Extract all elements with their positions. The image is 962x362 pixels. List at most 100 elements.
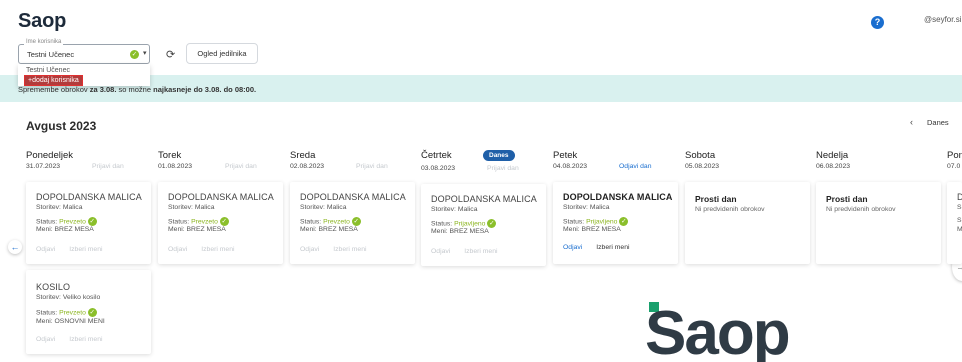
meal-title: DOPOLDANSKA MALICA: [563, 192, 673, 202]
dropdown-option-user[interactable]: Testni Učenec: [26, 67, 70, 74]
meal-card: DOPOLDANSKA MALICA Storitev: Malica Stat…: [290, 182, 415, 264]
meal-status: Status: Prevzeto ✓: [36, 308, 97, 317]
meal-title: DOPOLDANSKA MALICA: [36, 192, 142, 202]
free-day-subtitle: Ni predvidenih obrokov: [826, 206, 896, 213]
day-date: 02.08.2023: [290, 163, 325, 170]
meal-status: Status: Prijavljeno ✓: [431, 219, 497, 228]
meal-menu: Meni: BREZ MESA: [36, 226, 94, 233]
meal-card: KOSILO Storitev: Veliko kosilo Status: P…: [26, 270, 151, 354]
meal-service: Storitev: Malica: [36, 204, 83, 211]
meal-title: KOSILO: [36, 282, 71, 292]
day-date: 06.08.2023: [816, 163, 851, 170]
meal-status: Status: Prevzeto ✓: [36, 217, 97, 226]
user-select-value: Testni Učenec: [27, 50, 75, 59]
meal-service: S: [957, 204, 962, 211]
meal-status: Status: Prevzeto ✓: [168, 217, 229, 226]
check-icon: ✓: [130, 49, 139, 59]
meal-service: Storitev: Malica: [431, 206, 478, 213]
free-day-title: Prosti dan: [826, 194, 868, 204]
free-day-title: Prosti dan: [695, 194, 737, 204]
saop-watermark-logo: Saop: [645, 299, 791, 362]
meal-actions: Odjavi Izberi meni: [168, 246, 249, 253]
notice-text: Spremembe obrokov za 3.08. so možne najk…: [18, 85, 256, 94]
check-icon: ✓: [351, 217, 361, 226]
day-name: Nedelja: [816, 150, 849, 161]
choose-menu-button[interactable]: Izberi meni: [464, 248, 497, 255]
meal-menu: Meni: BREZ MESA: [563, 226, 621, 233]
meal-service: Storitev: Malica: [563, 204, 610, 211]
user-select[interactable]: Ime korisnika Testni Učenec ✓ ▾: [18, 39, 150, 64]
day-header-wednesday: Sreda 02.08.2023 Prijavi dan: [290, 150, 415, 180]
chevron-left-icon[interactable]: ‹: [910, 117, 913, 127]
day-date: 01.08.2023: [158, 163, 193, 170]
help-icon[interactable]: ?: [871, 16, 884, 29]
meal-status: Status: Prevzeto ✓: [300, 217, 361, 226]
meal-actions: Odjavi Izberi meni: [300, 246, 381, 253]
day-name: Pon: [947, 150, 962, 161]
choose-menu-button[interactable]: Izberi meni: [596, 244, 629, 251]
meal-title: D: [957, 192, 962, 202]
free-day-subtitle: Ni predvidenih obrokov: [695, 206, 765, 213]
user-email[interactable]: @seyfor.si: [924, 15, 961, 24]
meal-actions: Odjavi Izberi meni: [563, 244, 644, 251]
meal-actions: Odjavi Izberi meni: [36, 336, 117, 343]
meal-menu: Meni: BREZ MESA: [431, 228, 489, 235]
cancel-meal-button[interactable]: Odjavi: [431, 248, 450, 255]
svg-text:Saop: Saop: [645, 299, 789, 362]
day-name: Petek: [553, 150, 578, 161]
register-day-button[interactable]: Prijavi dan: [356, 163, 388, 170]
day-name: Torek: [158, 150, 182, 161]
choose-menu-button[interactable]: Izberi meni: [69, 336, 102, 343]
day-name: Sreda: [290, 150, 316, 161]
register-day-button[interactable]: Prijavi dan: [225, 163, 257, 170]
day-header-sunday: Nedelja 06.08.2023: [816, 150, 941, 180]
cancel-meal-button[interactable]: Odjavi: [563, 244, 582, 251]
day-date: 04.08.2023: [553, 163, 588, 170]
meal-card: DOPOLDANSKA MALICA Storitev: Malica Stat…: [421, 184, 546, 266]
notice-middle: so možne: [118, 85, 152, 94]
notice-deadline: najkasneje do 3.08. do 08:00.: [153, 85, 257, 94]
cancel-meal-button[interactable]: Odjavi: [168, 246, 187, 253]
refresh-icon[interactable]: ⟳: [166, 48, 175, 61]
free-day-card: Prosti dan Ni predvidenih obrokov: [685, 182, 810, 264]
notice-prefix: Spremembe obrokov: [18, 85, 88, 94]
cancel-meal-button[interactable]: Odjavi: [36, 336, 55, 343]
meal-card: DOPOLDANSKA MALICA Storitev: Malica Stat…: [26, 182, 151, 264]
meal-card: DOPOLDANSKA MALICA Storitev: Malica Stat…: [158, 182, 283, 264]
today-button[interactable]: Danes: [927, 118, 949, 127]
register-day-button[interactable]: Prijavi dan: [487, 165, 519, 172]
day-name: Sobota: [685, 150, 716, 161]
register-day-button[interactable]: Prijavi dan: [92, 163, 124, 170]
cancel-day-button[interactable]: Odjavi dan: [619, 163, 652, 170]
day-date: 07.0: [947, 163, 961, 170]
choose-menu-button[interactable]: Izberi meni: [69, 246, 102, 253]
today-badge: Danes: [483, 150, 515, 161]
meal-status: S: [957, 217, 962, 224]
menu-view-button[interactable]: Ogled jedilnika: [186, 43, 258, 64]
chevron-down-icon[interactable]: ▾: [143, 49, 147, 57]
arrow-left-icon[interactable]: ←: [8, 240, 22, 254]
day-header-thursday: Četrtek Danes 03.08.2023 Prijavi dan: [421, 150, 546, 180]
day-name: Ponedeljek: [26, 150, 74, 161]
meal-title: DOPOLDANSKA MALICA: [431, 194, 537, 204]
day-header-tuesday: Torek 01.08.2023 Prijavi dan: [158, 150, 283, 180]
app-logo[interactable]: Saop: [18, 10, 66, 33]
meal-card-partial: D S S M: [947, 182, 962, 264]
meal-menu: Meni: BREZ MESA: [300, 226, 358, 233]
check-icon: ✓: [87, 308, 97, 317]
cancel-meal-button[interactable]: Odjavi: [300, 246, 319, 253]
choose-menu-button[interactable]: Izberi meni: [333, 246, 366, 253]
meal-menu: Meni: OSNOVNI MENI: [36, 318, 105, 325]
day-date: 05.08.2023: [685, 163, 720, 170]
cancel-meal-button[interactable]: Odjavi: [36, 246, 55, 253]
day-name: Četrtek: [421, 150, 452, 161]
day-date: 03.08.2023: [421, 165, 456, 172]
meal-card: DOPOLDANSKA MALICA Storitev: Malica Stat…: [553, 182, 678, 264]
meal-status: Status: Prijavljeno ✓: [563, 217, 629, 226]
meal-service: Storitev: Malica: [300, 204, 347, 211]
day-date: 31.07.2023: [26, 163, 61, 170]
check-icon: ✓: [619, 217, 629, 226]
choose-menu-button[interactable]: Izberi meni: [201, 246, 234, 253]
meal-menu: Meni: BREZ MESA: [168, 226, 226, 233]
add-user-option[interactable]: +dodaj korisnika: [24, 75, 83, 86]
